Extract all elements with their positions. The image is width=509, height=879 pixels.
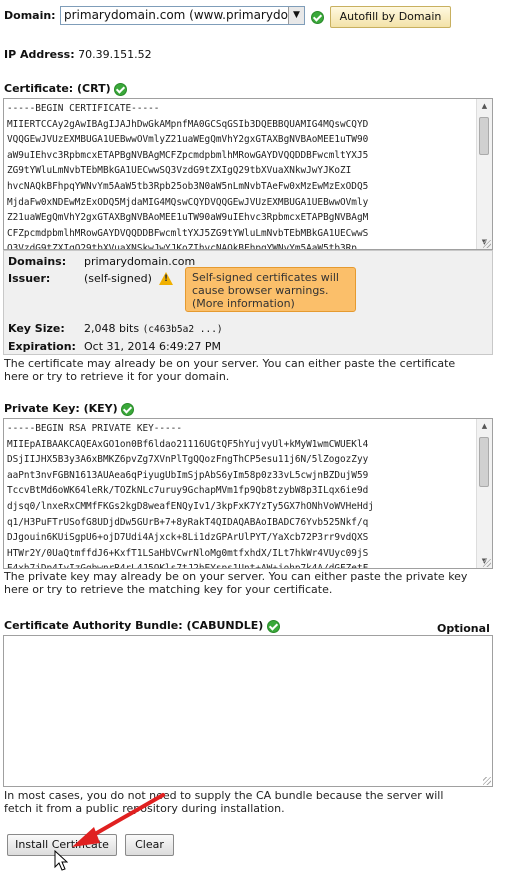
text-line: -----BEGIN RSA PRIVATE KEY----- xyxy=(7,423,182,434)
text-line: MIIEpAIBAAKCAQEAxGO1on0Bf6ldao21116UGtQF… xyxy=(7,438,369,450)
certificate-note-line2: here or try to retrieve it for your doma… xyxy=(4,370,230,383)
domain-select[interactable]: primarydomain.com (www.primarydo ▼ xyxy=(60,6,305,25)
cabundle-text xyxy=(4,636,492,638)
text-line: DSjIIJHX5B3y3A6xBMKZ6pvZg7XVnPlTgQQozFng… xyxy=(7,454,369,466)
chevron-down-icon[interactable]: ▼ xyxy=(288,7,304,24)
text-line: djsq0/lnxeRxCMMfFKGs2kgD8weafENQyIv1/3kp… xyxy=(7,500,374,512)
private-key-label: Private Key: (KEY) xyxy=(4,402,118,415)
domain-select-value: primarydomain.com (www.primarydo xyxy=(64,8,288,22)
certificate-textarea[interactable]: -----BEGIN CERTIFICATE----- MIIERTCCAy2gA… xyxy=(3,98,493,250)
cabundle-textarea[interactable] xyxy=(3,635,493,787)
private-key-note-line2: here or try to retrieve the matching key… xyxy=(4,583,333,596)
scroll-thumb[interactable] xyxy=(479,117,489,155)
resize-grip-icon[interactable] xyxy=(483,559,491,567)
mouse-pointer-icon xyxy=(54,850,68,871)
cabundle-check-icon xyxy=(266,619,280,633)
text-line: Q3VzdG9tZXIgQ29tbXVuaXNSkwJwYJKoZIhvcNAQ… xyxy=(7,243,357,250)
text-line: ZG9tYWluLmNvbTEbMBkGA1UECwwSQ3VzdG9tZXIg… xyxy=(7,165,352,177)
scroll-up-icon[interactable]: ▲ xyxy=(477,419,492,433)
text-line: aW9uIEhvc3RpbmcxETAPBgNVBAgMCFZpcmdpbmlh… xyxy=(7,149,369,161)
domains-label: Domains: xyxy=(8,255,67,268)
text-line: MIIERTCCAy2gAwIBAgIJAJhDwGkAMpnfMA0GCSqG… xyxy=(7,118,369,130)
private-key-textarea[interactable]: -----BEGIN RSA PRIVATE KEY----- MIIEpAIBA… xyxy=(3,418,493,569)
private-key-scrollbar[interactable]: ▲ ▼ xyxy=(476,419,492,568)
private-key-text: -----BEGIN RSA PRIVATE KEY----- MIIEpAIBA… xyxy=(4,419,492,569)
certificate-label: Certificate: (CRT) xyxy=(4,82,111,95)
resize-grip-icon[interactable] xyxy=(483,240,491,248)
issuer-label: Issuer: xyxy=(8,272,51,285)
ip-address-row: IP Address: 70.39.151.52 xyxy=(4,48,152,61)
annotation-arrow-icon xyxy=(72,793,165,847)
text-line: MjdaFw0xNDEwMzExODQ5MjdaMIG4MQswCQYDVQQG… xyxy=(7,196,369,208)
optional-label: Optional xyxy=(437,622,490,635)
text-line: hvcNAQkBFhpqYWNvYm5AaW5tb3Rpb25ob3N0aW5n… xyxy=(7,180,369,192)
text-line: aaPnt3nvFGBN1613AUAea6qPiyugUbImSjpAbS6y… xyxy=(7,469,369,481)
key-size-label: Key Size: xyxy=(8,322,65,335)
text-line: q1/H3PuFTrUSofG8UDjdDw5GUrB+7+8yRakT4QID… xyxy=(7,516,369,528)
scroll-up-icon[interactable]: ▲ xyxy=(477,99,492,113)
certificate-details-panel: Domains: primarydomain.com Issuer: (self… xyxy=(3,250,493,355)
text-line: DJgouin6KUiSgpU6+ojD7Udi4Ajxck+8Li1dzGPA… xyxy=(7,532,369,544)
domains-value: primarydomain.com xyxy=(84,255,196,268)
private-key-heading: Private Key: (KEY) xyxy=(4,402,135,416)
key-size-hash: (c463b5a2 ...) xyxy=(142,324,223,335)
cabundle-heading: Certificate Authority Bundle: (CABUNDLE) xyxy=(4,619,280,633)
cabundle-label: Certificate Authority Bundle: (CABUNDLE) xyxy=(4,619,264,632)
expiration-label: Expiration: xyxy=(8,340,76,353)
text-line: -----BEGIN CERTIFICATE----- xyxy=(7,103,160,114)
private-key-note: The private key may already be on your s… xyxy=(4,570,504,596)
certificate-note: The certificate may already be on your s… xyxy=(4,357,504,383)
warning-text-line1: Self-signed certificates will xyxy=(192,271,339,284)
certificate-scrollbar[interactable]: ▲ ▼ xyxy=(476,99,492,249)
autofill-by-domain-button[interactable]: Autofill by Domain xyxy=(330,6,451,28)
text-line: CFZpcmdpbmlhMRowGAYDVQQDDBFwcmltYXJ5ZG9t… xyxy=(7,227,369,239)
text-line: Z21uaWEgQmVhY2gxGTAXBgNVBAoMEE1uTW90aW9u… xyxy=(7,212,369,224)
domain-check-icon xyxy=(311,10,324,24)
expiration-value: Oct 31, 2014 6:49:27 PM xyxy=(84,340,222,353)
certificate-check-icon xyxy=(114,82,128,96)
text-line: VQQGEwJVUzEXMBUGA1UEBwwOVmlyZ21uaWEgQmVh… xyxy=(7,134,369,146)
resize-grip-icon[interactable] xyxy=(483,777,491,785)
ip-address-value: 70.39.151.52 xyxy=(78,48,152,61)
text-line: HTWr2Y/0UaQtmffdJ6+KxfT1LSaHbVCwrNloMg0m… xyxy=(7,547,369,559)
key-size-value: 2,048 bits xyxy=(84,322,140,335)
warning-text-line2: cause browser warnings. xyxy=(192,284,329,297)
private-key-note-line1: The private key may already be on your s… xyxy=(4,570,468,583)
certificate-text: -----BEGIN CERTIFICATE----- MIIERTCCAy2gA… xyxy=(4,99,492,250)
key-size-row: 2,048 bits (c463b5a2 ...) xyxy=(84,322,223,335)
issuer-value: (self-signed) xyxy=(84,272,152,285)
domain-label: Domain: xyxy=(4,9,56,22)
self-signed-warning: Self-signed certificates will cause brow… xyxy=(185,267,356,312)
scroll-thumb[interactable] xyxy=(479,437,489,487)
certificate-heading: Certificate: (CRT) xyxy=(4,82,128,96)
certificate-note-line1: The certificate may already be on your s… xyxy=(4,357,456,370)
ip-address-label: IP Address: xyxy=(4,48,75,61)
more-information-link[interactable]: (More information) xyxy=(192,297,295,310)
text-line: TccvBtMd6oWK64leRk/TOZkNLc7uruy9GchapMVm… xyxy=(7,485,369,497)
text-line: E4xh7jDp4IyIzGgbwnrR4rL4J5QKls7tJ2hEYsps… xyxy=(7,563,369,569)
private-key-check-icon xyxy=(121,402,135,416)
warning-icon xyxy=(159,272,173,285)
